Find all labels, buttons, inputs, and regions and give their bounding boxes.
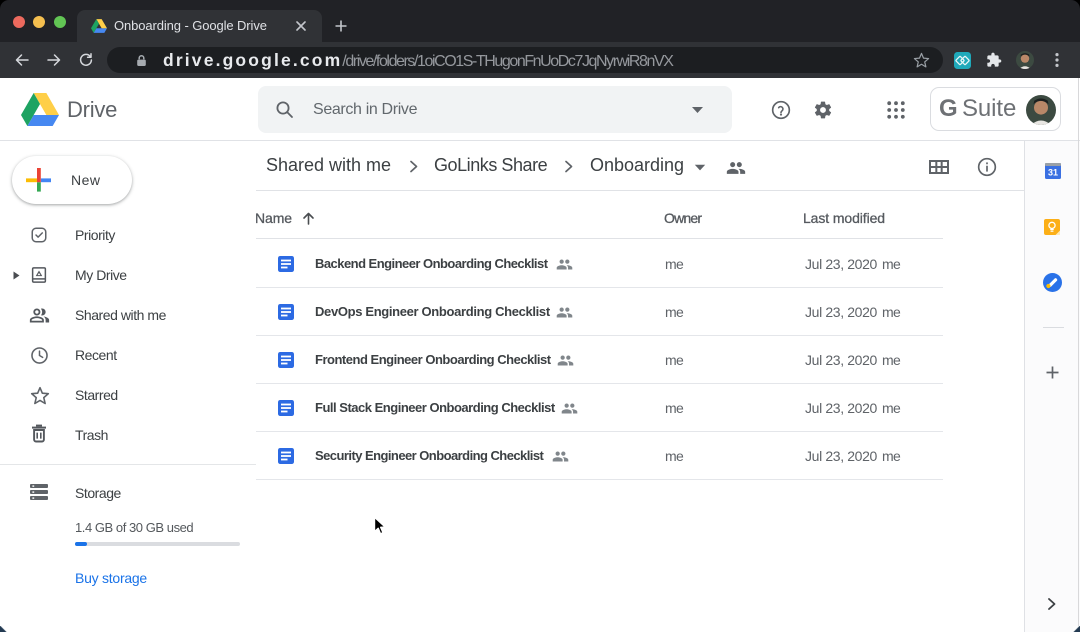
svg-text:31: 31 — [1048, 168, 1058, 178]
